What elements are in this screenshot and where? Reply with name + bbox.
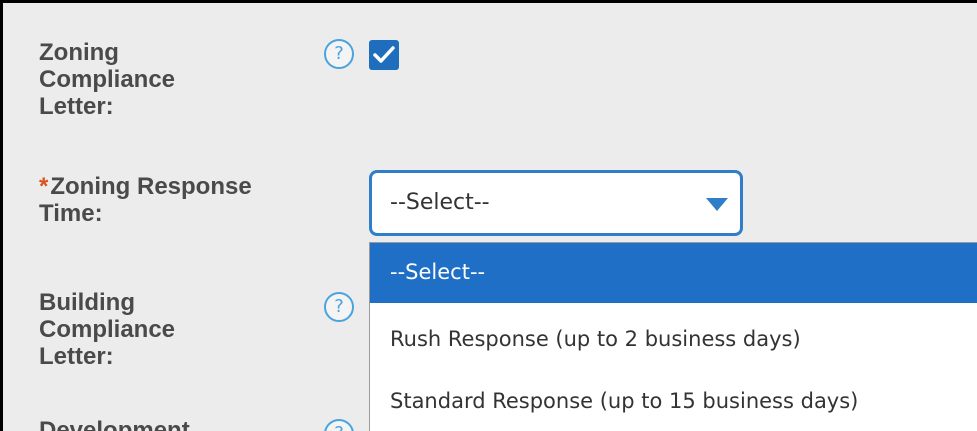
form-panel: Zoning Compliance Letter: ? *Zoning Resp… xyxy=(3,3,977,431)
building-compliance-letter-label: Building Compliance Letter: xyxy=(39,289,176,370)
required-asterisk: * xyxy=(39,173,49,200)
option-select[interactable]: --Select-- xyxy=(370,243,977,303)
development-label: Development xyxy=(39,417,190,431)
response-time-dropdown-list: --Select-- Rush Response (up to 2 busine… xyxy=(369,242,977,431)
option-rush-response[interactable]: Rush Response (up to 2 business days) xyxy=(370,310,977,370)
checkmark-icon xyxy=(373,46,395,63)
zoning-compliance-letter-label: Zoning Compliance Letter: xyxy=(39,39,176,120)
caret-down-icon[interactable] xyxy=(706,198,728,211)
zoning-response-time-label: *Zoning Response Time: xyxy=(39,173,252,227)
building-help-icon[interactable]: ? xyxy=(324,292,354,322)
option-standard-response[interactable]: Standard Response (up to 15 business day… xyxy=(370,372,977,431)
zoning-compliance-checkbox[interactable] xyxy=(369,40,399,70)
zoning-response-time-select[interactable]: --Select-- xyxy=(369,170,743,236)
select-value: --Select-- xyxy=(390,190,490,215)
zoning-help-icon[interactable]: ? xyxy=(324,39,354,69)
development-help-icon[interactable]: ? xyxy=(324,419,354,431)
